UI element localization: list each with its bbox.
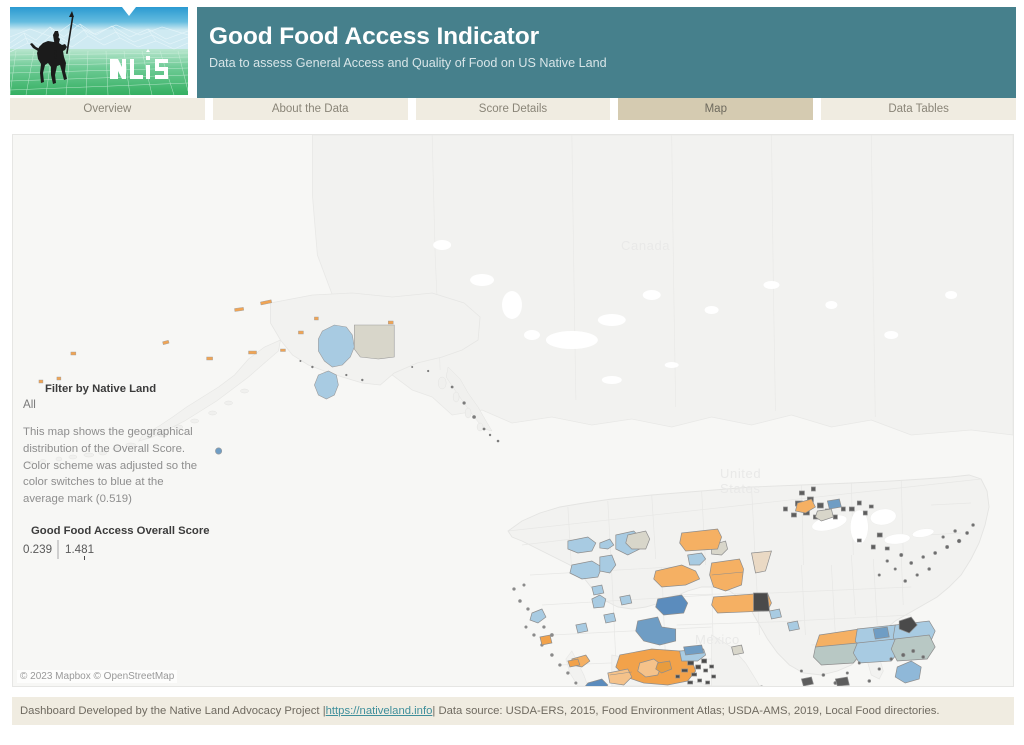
title-block: Good Food Access Indicator Data to asses… xyxy=(197,7,1016,98)
tab-overview[interactable]: Overview xyxy=(10,98,205,120)
tab-bar: Overview About the Data Score Details Ma… xyxy=(0,98,1024,120)
canada-landmass xyxy=(312,135,1013,436)
average-mark-tick xyxy=(84,555,86,560)
map-container[interactable]: Canada United States Mexico Filter by Na… xyxy=(12,134,1014,687)
footer-suffix: | Data source: USDA-ERS, 2015, Food Envi… xyxy=(432,705,940,717)
nlis-logo xyxy=(10,7,188,95)
tab-about-the-data[interactable]: About the Data xyxy=(212,98,408,120)
logo-artwork xyxy=(10,7,188,95)
filter-value-dropdown[interactable]: All xyxy=(23,398,233,411)
color-ramp-holder xyxy=(57,539,86,560)
legend-min-value: 0.239 xyxy=(23,543,53,557)
legend-title: Good Food Access Overall Score xyxy=(31,524,210,537)
app-header: Good Food Access Indicator Data to asses… xyxy=(0,0,1024,98)
footer-prefix: Dashboard Developed by the Native Land A… xyxy=(20,705,326,717)
page-subtitle: Data to assess General Access and Qualit… xyxy=(209,56,607,71)
tab-score-details[interactable]: Score Details xyxy=(415,98,611,120)
legend-max-value: 1.481 xyxy=(65,543,95,557)
filter-label: Filter by Native Land xyxy=(45,383,157,395)
map-attribution: © 2023 Mapbox © OpenStreetMap xyxy=(17,670,178,683)
page-title: Good Food Access Indicator xyxy=(209,23,540,50)
map-description: This map shows the geographical distribu… xyxy=(23,426,198,506)
nativeland-link[interactable]: https://nativeland.info xyxy=(326,705,433,717)
color-ramp xyxy=(57,539,60,559)
legend-scale: 0.239 1.481 xyxy=(23,539,233,560)
tab-map[interactable]: Map xyxy=(618,98,814,120)
footer-bar: Dashboard Developed by the Native Land A… xyxy=(12,697,1014,725)
tab-data-tables[interactable]: Data Tables xyxy=(821,98,1016,120)
legend-panel: Filter by Native Land All This map shows… xyxy=(23,383,233,560)
